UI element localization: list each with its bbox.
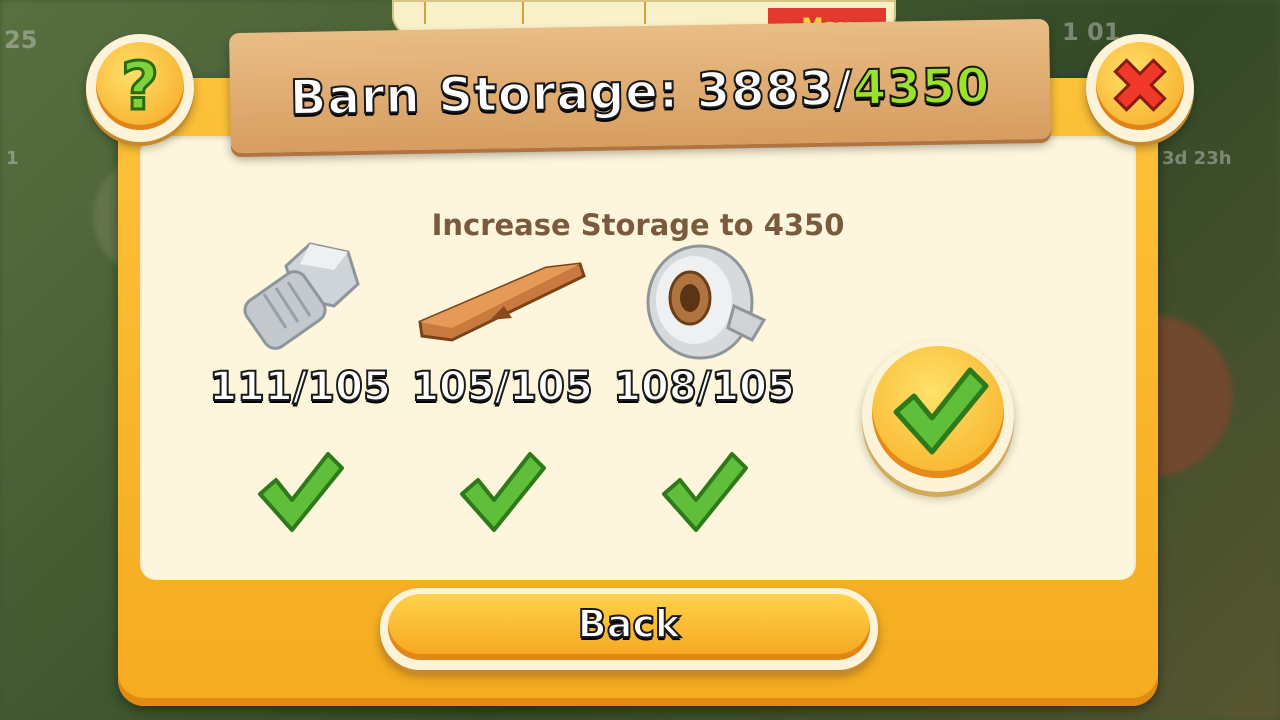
item-count: 105/105 — [410, 363, 594, 411]
duct-tape-icon — [646, 244, 767, 360]
confirm-button-face — [872, 346, 1004, 478]
item-count: 111/105 — [208, 363, 392, 411]
checkmark-icon — [893, 367, 989, 455]
checkmark-icon — [258, 452, 344, 532]
back-button-face: Back — [388, 594, 870, 660]
item-count: 108/105 — [612, 363, 796, 411]
gauge-tick — [424, 2, 426, 24]
plank-icon — [418, 262, 586, 342]
help-button-face: ? — [96, 42, 184, 130]
back-button-label: Back — [577, 601, 681, 647]
title-max-value: 4350 — [851, 57, 992, 117]
title-current: Barn Storage: 3883/ — [288, 59, 854, 127]
gauge-tick — [522, 2, 524, 24]
dialog-title: Barn Storage: 3883/4350 — [230, 57, 1051, 127]
checkmark-icon — [662, 452, 748, 532]
close-icon: ✖ — [1107, 43, 1172, 132]
back-button[interactable]: Back — [380, 588, 878, 670]
close-button-face: ✖ — [1096, 42, 1184, 132]
question-mark-icon: ? — [119, 47, 160, 127]
gauge-tick — [644, 2, 646, 24]
help-button[interactable]: ? — [86, 34, 194, 142]
requirement-item-bolt[interactable]: 111/105 — [208, 236, 392, 532]
bolt-icon — [243, 242, 360, 350]
close-button[interactable]: ✖ — [1086, 34, 1194, 142]
checkmark-icon — [460, 452, 546, 532]
requirement-item-plank[interactable]: 105/105 — [410, 236, 594, 532]
confirm-upgrade-button[interactable] — [862, 340, 1014, 492]
header-sign: Barn Storage: 3883/4350 — [229, 18, 1051, 154]
requirement-item-duct-tape[interactable]: 108/105 — [612, 236, 796, 532]
